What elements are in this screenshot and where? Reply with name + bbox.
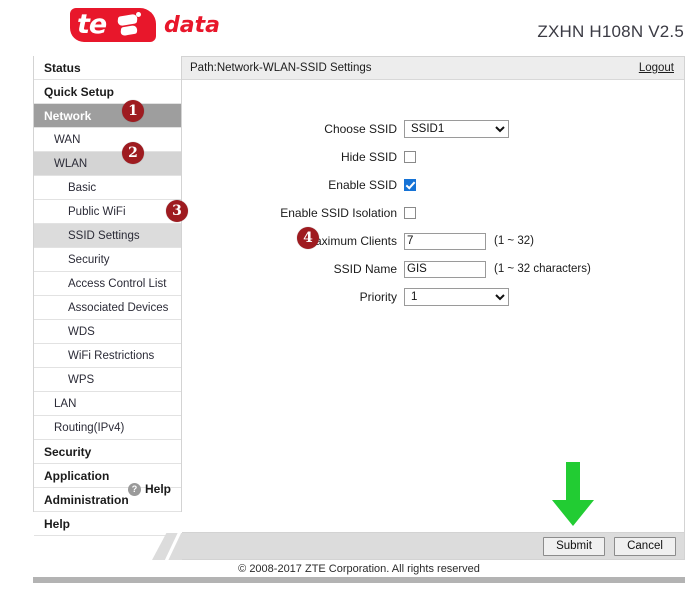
logout-link[interactable]: Logout: [639, 62, 674, 74]
field-ssid-name: SSID Name (1 ~ 32 characters): [182, 258, 684, 280]
annotation-marker-2: 2: [122, 142, 144, 164]
sidebar-item-label: Security: [68, 254, 110, 266]
sidebar-item-label: Public WiFi: [68, 206, 126, 218]
priority-label: Priority: [182, 290, 404, 304]
sidebar-item-network[interactable]: Network: [34, 104, 181, 128]
breadcrumb-bar: Path:Network-WLAN-SSID Settings Logout: [182, 57, 684, 80]
brand-header: te data ZXHN H108N V2.5: [0, 0, 700, 54]
field-priority: Priority 1234: [182, 286, 684, 308]
sidebar-item-label: Status: [44, 61, 81, 75]
annotation-marker-3: 3: [166, 200, 188, 222]
te-logo-mark: te: [70, 8, 156, 42]
field-choose-ssid: Choose SSID SSID1SSID2SSID3SSID4: [182, 118, 684, 140]
sidebar-item-access-control-list[interactable]: Access Control List: [34, 272, 181, 296]
sidebar-item-routing-ipv4[interactable]: Routing(IPv4): [34, 416, 181, 440]
sidebar-item-label: Quick Setup: [44, 85, 114, 99]
sidebar-item-label: Associated Devices: [68, 302, 168, 314]
sidebar-item-label: Network: [44, 109, 91, 123]
maximum-clients-hint: (1 ~ 32): [494, 235, 534, 247]
hide-ssid-label: Hide SSID: [182, 150, 404, 164]
sidebar-item-label: Routing(IPv4): [54, 422, 124, 434]
enable-ssid-checkbox[interactable]: [404, 179, 416, 191]
hide-ssid-checkbox[interactable]: [404, 151, 416, 163]
sidebar-item-label: WiFi Restrictions: [68, 350, 154, 362]
question-mark-icon: ?: [128, 483, 141, 496]
annotation-marker-4: 4: [297, 227, 319, 249]
choose-ssid-select[interactable]: SSID1SSID2SSID3SSID4: [404, 120, 509, 138]
sidebar-item-label: SSID Settings: [68, 230, 140, 242]
green-down-arrow-icon: [549, 462, 597, 528]
te-logo-text: te: [77, 9, 106, 40]
sidebar-item-label: Help: [44, 517, 70, 531]
sidebar-item-help[interactable]: Help: [34, 512, 181, 536]
maximum-clients-input[interactable]: [404, 233, 486, 250]
sidebar-item-lan[interactable]: LAN: [34, 392, 181, 416]
priority-select[interactable]: 1234: [404, 288, 509, 306]
sidebar-item-security[interactable]: Security: [34, 440, 181, 464]
sidebar-item-basic[interactable]: Basic: [34, 176, 181, 200]
sidebar-help-link[interactable]: ? Help: [34, 467, 181, 511]
copyright-text: © 2008-2017 ZTE Corporation. All rights …: [33, 560, 685, 578]
form-action-bar: Submit Cancel: [182, 533, 685, 560]
sidebar-item-label: Security: [44, 445, 91, 459]
cancel-button[interactable]: Cancel: [614, 537, 676, 556]
field-enable-ssid: Enable SSID: [182, 174, 684, 196]
sidebar-navigation: Status Quick Setup Network WAN WLAN Basic Publ…: [33, 56, 182, 512]
sidebar-item-public-wifi[interactable]: Public WiFi: [34, 200, 181, 224]
ssid-name-label: SSID Name: [182, 262, 404, 276]
field-hide-ssid: Hide SSID: [182, 146, 684, 168]
maximum-clients-label: Maximum Clients: [182, 234, 404, 248]
submit-button[interactable]: Submit: [543, 537, 605, 556]
field-enable-ssid-isolation: Enable SSID Isolation: [182, 202, 684, 224]
ssid-name-input[interactable]: [404, 261, 486, 278]
sidebar-item-wlan[interactable]: WLAN: [34, 152, 181, 176]
field-maximum-clients: Maximum Clients (1 ~ 32): [182, 230, 684, 252]
sidebar-item-wps[interactable]: WPS: [34, 368, 181, 392]
logo-swish-top-icon: [117, 13, 138, 26]
content-panel: Path:Network-WLAN-SSID Settings Logout C…: [182, 56, 685, 533]
enable-ssid-isolation-checkbox[interactable]: [404, 207, 416, 219]
sidebar-item-label: WPS: [68, 374, 94, 386]
sidebar-item-quick-setup[interactable]: Quick Setup: [34, 80, 181, 104]
ssid-settings-form: Choose SSID SSID1SSID2SSID3SSID4 Hide SS…: [182, 80, 684, 308]
sidebar-item-label: WAN: [54, 134, 80, 146]
sidebar-item-security[interactable]: Security: [34, 248, 181, 272]
data-logo-word: data: [164, 13, 220, 38]
sidebar-item-label: Basic: [68, 182, 96, 194]
sidebar-item-ssid-settings[interactable]: SSID Settings: [34, 224, 181, 248]
sidebar-item-label: LAN: [54, 398, 76, 410]
breadcrumb-path: Path:Network-WLAN-SSID Settings: [190, 62, 372, 74]
enable-ssid-label: Enable SSID: [182, 178, 404, 192]
sidebar-item-label: WLAN: [54, 158, 87, 170]
sidebar-item-wifi-restrictions[interactable]: WiFi Restrictions: [34, 344, 181, 368]
annotation-marker-1: 1: [122, 100, 144, 122]
sidebar-item-wds[interactable]: WDS: [34, 320, 181, 344]
footer-bottom-bar: [33, 577, 685, 583]
sidebar-item-wan[interactable]: WAN: [34, 128, 181, 152]
choose-ssid-label: Choose SSID: [182, 122, 404, 136]
sidebar-item-status[interactable]: Status: [34, 56, 181, 80]
sidebar-item-label: WDS: [68, 326, 95, 338]
logo-dot-icon: [136, 12, 141, 17]
sidebar-help-label: Help: [145, 482, 171, 496]
logo-swish-bottom-icon: [120, 25, 138, 37]
sidebar-item-associated-devices[interactable]: Associated Devices: [34, 296, 181, 320]
te-data-logo: te data: [70, 8, 220, 42]
ssid-name-hint: (1 ~ 32 characters): [494, 263, 591, 275]
sidebar-item-label: Access Control List: [68, 278, 166, 290]
device-model-title: ZXHN H108N V2.5: [537, 22, 684, 42]
enable-ssid-isolation-label: Enable SSID Isolation: [182, 206, 404, 220]
